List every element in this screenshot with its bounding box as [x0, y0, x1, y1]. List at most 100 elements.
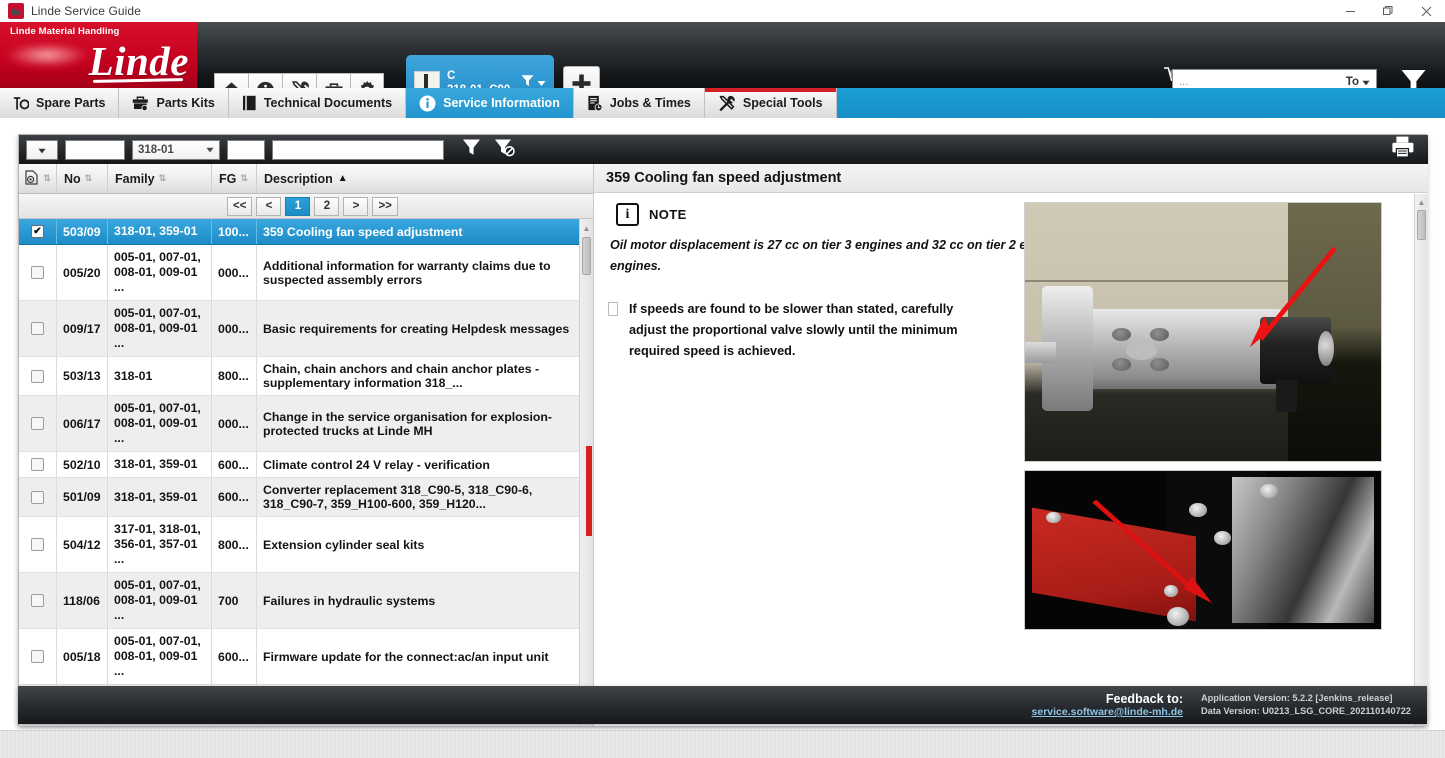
table-row[interactable]: 006/17 005-01, 007-01, 008-01, 009-01 ..… — [19, 396, 593, 452]
row-checkbox[interactable] — [31, 225, 44, 238]
page-first-button[interactable]: << — [227, 196, 253, 216]
data-version: Data Version: U0213_LSG_CORE_20211014072… — [1201, 706, 1411, 716]
maximize-button[interactable] — [1369, 0, 1407, 22]
spare-parts-icon — [13, 96, 29, 111]
minimize-button[interactable] — [1331, 0, 1369, 22]
tab-label: Parts Kits — [156, 96, 215, 110]
family-text: 318-01, 359-01 — [114, 224, 198, 238]
row-checkbox-cell[interactable] — [19, 629, 57, 684]
sort-indicator[interactable]: ⇅ — [159, 174, 167, 183]
cell-fg: 600... — [212, 452, 257, 477]
row-checkbox[interactable] — [31, 594, 44, 607]
column-header-no[interactable]: No ⇅ — [57, 164, 108, 193]
page-2-button[interactable]: 2 — [314, 196, 340, 216]
cell-no: 005/20 — [57, 245, 108, 300]
cell-family: 318-01, 359-01 — [108, 219, 212, 244]
table-row[interactable]: 118/06 005-01, 007-01, 008-01, 009-01 ..… — [19, 573, 593, 629]
sort-indicator[interactable]: ⇅ — [240, 174, 248, 183]
sort-indicator[interactable]: ⇅ — [85, 174, 93, 183]
column-header-select[interactable]: ⇅ — [19, 164, 57, 193]
row-checkbox-cell[interactable] — [19, 301, 57, 356]
window-title: Linde Service Guide — [31, 4, 141, 18]
parts-kits-icon — [132, 95, 149, 111]
row-checkbox[interactable] — [31, 417, 44, 430]
apply-filter-button[interactable] — [462, 138, 481, 161]
row-checkbox-cell[interactable] — [19, 245, 57, 300]
row-checkbox[interactable] — [31, 322, 44, 335]
row-checkbox[interactable] — [31, 458, 44, 471]
clear-filter-button[interactable] — [494, 138, 516, 162]
family-text: 005-01, 007-01, 008-01, 009-01 ... — [114, 578, 201, 622]
row-checkbox[interactable] — [31, 538, 44, 551]
tab-jobs-and-times[interactable]: Jobs & Times — [573, 88, 705, 118]
filter-no-input[interactable] — [65, 139, 125, 160]
version-block: Application Version: 5.2.2 [Jenkins_rele… — [1201, 692, 1413, 718]
cell-description: Change in the service organisation for e… — [263, 409, 553, 438]
window-title-bar: Linde Service Guide — [0, 0, 1445, 22]
row-checkbox-cell[interactable] — [19, 573, 57, 628]
tab-service-information[interactable]: Service Information — [406, 88, 574, 118]
table-row[interactable]: 503/13 318-01 800... Chain, chain anchor… — [19, 357, 593, 396]
table-row[interactable]: 504/12 317-01, 318-01, 356-01, 357-01 ..… — [19, 517, 593, 573]
scrollbar-thumb[interactable] — [582, 237, 591, 275]
table-row[interactable]: 502/10 318-01, 359-01 600... Climate con… — [19, 452, 593, 478]
filter-family-select[interactable]: 318-01 — [132, 139, 220, 160]
row-checkbox-cell[interactable] — [19, 478, 57, 516]
column-header-description[interactable]: Description ▲ — [257, 164, 593, 193]
cell-fg: 000... — [212, 301, 257, 356]
column-header-fg[interactable]: FG ⇅ — [212, 164, 257, 193]
page-last-button[interactable]: >> — [372, 196, 398, 216]
table-body[interactable]: 503/09 318-01, 359-01 100... 359 Cooling… — [19, 219, 593, 726]
table-row[interactable]: 501/09 318-01, 359-01 600... Converter r… — [19, 478, 593, 517]
application-version: Application Version: 5.2.2 [Jenkins_rele… — [1201, 693, 1393, 703]
row-checkbox-cell[interactable] — [19, 357, 57, 395]
print-button[interactable] — [1390, 135, 1416, 164]
table-row[interactable]: 009/17 005-01, 007-01, 008-01, 009-01 ..… — [19, 301, 593, 357]
table-row[interactable]: 503/09 318-01, 359-01 100... 359 Cooling… — [19, 219, 593, 245]
row-checkbox[interactable] — [31, 266, 44, 279]
proportional-valve-photo[interactable] — [1024, 470, 1382, 630]
scroll-up-arrow-icon[interactable]: ▲ — [1415, 195, 1428, 209]
step-text: If speeds are found to be slower than st… — [629, 302, 958, 358]
cell-no: 501/09 — [57, 478, 108, 516]
cell-family: 005-01, 007-01, 008-01, 009-01 ... — [108, 629, 212, 684]
document-title: 359 Cooling fan speed adjustment — [594, 164, 1428, 193]
tab-label: Service Information — [443, 96, 560, 110]
document-preview-icon — [24, 169, 39, 188]
table-row[interactable]: 005/18 005-01, 007-01, 008-01, 009-01 ..… — [19, 629, 593, 685]
filter-description-input[interactable] — [272, 139, 444, 160]
bolt-head — [1046, 512, 1061, 524]
feedback-email-link[interactable]: service.software@linde-mh.de — [1032, 706, 1183, 718]
row-checkbox-cell[interactable] — [19, 517, 57, 572]
table-row[interactable]: 005/20 005-01, 007-01, 008-01, 009-01 ..… — [19, 245, 593, 301]
row-checkbox-cell[interactable] — [19, 219, 57, 244]
step-bullet-icon — [608, 302, 618, 316]
close-button[interactable] — [1407, 0, 1445, 22]
row-checkbox[interactable] — [31, 650, 44, 663]
pagination: << < 1 2 > >> — [19, 194, 593, 219]
tab-parts-kits[interactable]: Parts Kits — [119, 88, 229, 118]
row-checkbox[interactable] — [31, 369, 44, 383]
scroll-up-arrow-icon[interactable]: ▲ — [580, 221, 593, 235]
sort-indicator[interactable]: ⇅ — [43, 174, 51, 183]
page-prev-button[interactable]: < — [256, 196, 282, 216]
hydraulic-pump-oil-motor-photo[interactable] — [1024, 202, 1382, 462]
tab-special-tools[interactable]: Special Tools — [704, 88, 837, 118]
row-checkbox-cell[interactable] — [19, 396, 57, 451]
scrollbar-thumb[interactable] — [1417, 210, 1426, 240]
tab-label: Special Tools — [742, 96, 823, 110]
page-1-button[interactable]: 1 — [285, 196, 311, 216]
status-footer: Feedback to: service.software@linde-mh.d… — [18, 686, 1427, 724]
tab-technical-documents[interactable]: Technical Documents — [228, 88, 407, 118]
row-checkbox[interactable] — [31, 490, 44, 504]
application-icon — [8, 3, 24, 19]
tab-spare-parts[interactable]: Spare Parts — [0, 88, 120, 118]
document-viewer-scrollbar[interactable]: ▲ ▼ — [1414, 194, 1428, 726]
motor-port — [1275, 379, 1297, 412]
column-header-family[interactable]: Family ⇅ — [108, 164, 212, 193]
cell-fg: 800... — [212, 517, 257, 572]
row-checkbox-cell[interactable] — [19, 452, 57, 477]
filter-type-select[interactable] — [26, 139, 58, 160]
page-next-button[interactable]: > — [343, 196, 369, 216]
filter-fg-input[interactable] — [227, 139, 265, 160]
